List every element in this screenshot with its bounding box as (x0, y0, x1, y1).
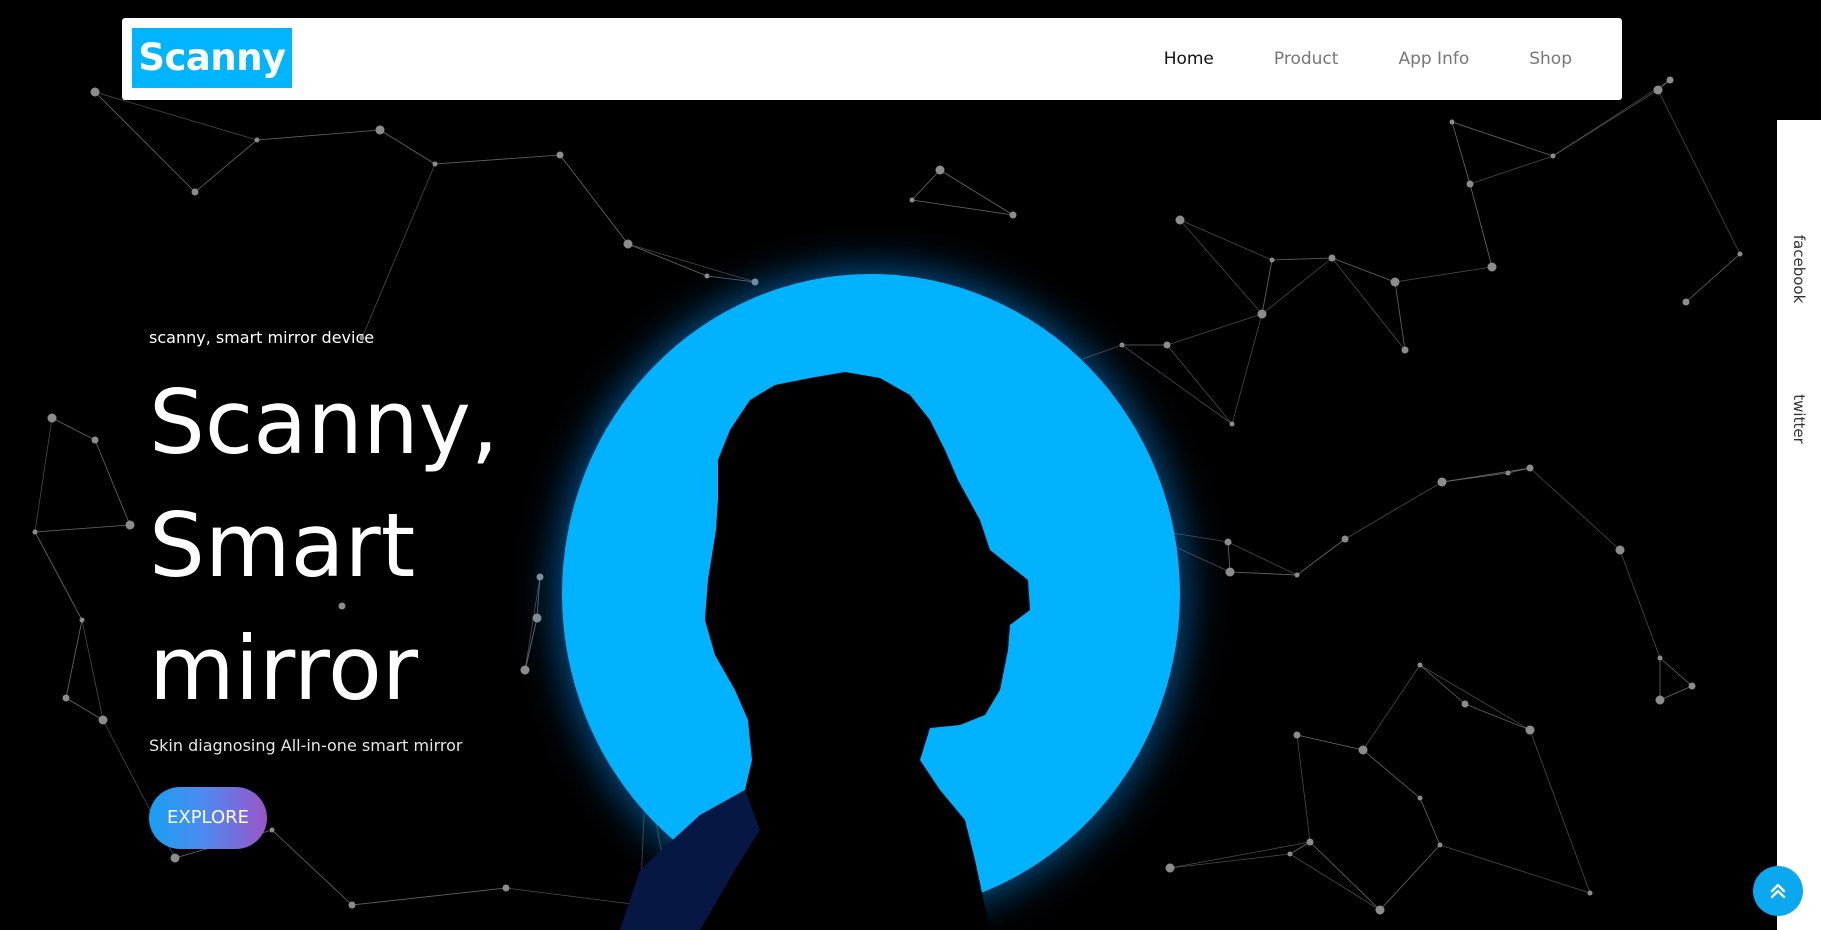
hero-headline-line-1: Scanny, (149, 371, 499, 474)
explore-button[interactable]: EXPLORE (149, 787, 267, 849)
page: Scanny Home Product App Info Shop scanny… (0, 0, 1821, 930)
hero-subline: Skin diagnosing All-in-one smart mirror (149, 736, 463, 755)
social-sidebar: facebook twitter (1777, 120, 1821, 930)
social-link-facebook[interactable]: facebook (1790, 235, 1808, 304)
double-chevron-up-icon (1770, 883, 1786, 899)
brand-logo[interactable]: Scanny (132, 28, 292, 88)
hero-text-block: scanny, smart mirror device Scanny, Smar… (149, 328, 669, 755)
hero-headline: Scanny, Smart mirror (149, 361, 669, 730)
nav-item-product[interactable]: Product (1274, 49, 1339, 69)
nav-item-shop[interactable]: Shop (1529, 49, 1572, 69)
hero-headline-line-3: mirror (149, 617, 419, 720)
nav-item-home[interactable]: Home (1164, 49, 1214, 69)
nav-item-app-info[interactable]: App Info (1398, 49, 1469, 69)
nav-menu: Home Product App Info Shop (1164, 18, 1572, 100)
scroll-to-top-button[interactable] (1753, 866, 1803, 916)
top-navbar: Scanny Home Product App Info Shop (122, 18, 1622, 100)
hero-eyebrow: scanny, smart mirror device (149, 328, 375, 347)
hero-headline-line-2: Smart (149, 494, 416, 597)
social-link-twitter[interactable]: twitter (1790, 394, 1808, 443)
